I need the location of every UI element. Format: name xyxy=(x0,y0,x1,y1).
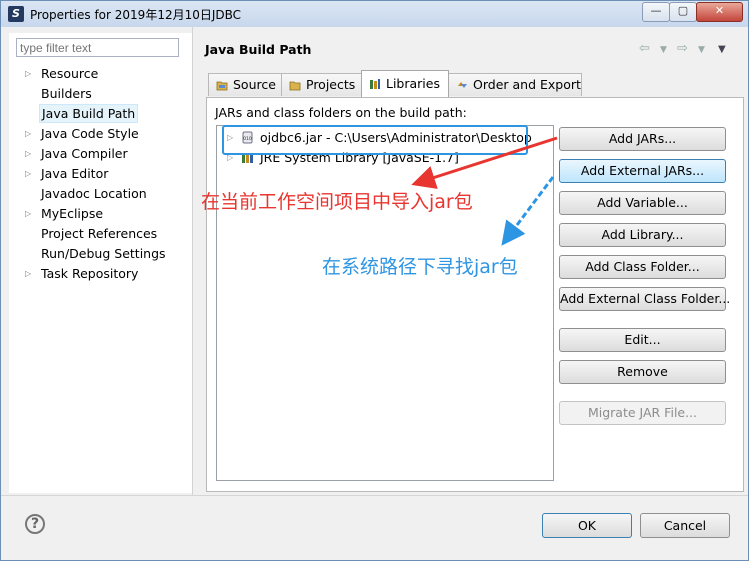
tree-item-label: MyEclipse xyxy=(41,206,104,221)
libraries-icon xyxy=(370,79,380,89)
red-annotation-text: 在当前工作空间项目中导入jar包 xyxy=(201,191,473,213)
projects-icon xyxy=(289,81,301,91)
expand-arrow-icon[interactable]: ▷ xyxy=(25,164,31,183)
view-menu-icon[interactable]: ▼ xyxy=(718,44,726,55)
tab-label: Libraries xyxy=(386,76,440,91)
expand-arrow-icon[interactable]: ▷ xyxy=(25,64,31,83)
tab-libraries[interactable]: Libraries xyxy=(361,70,449,97)
add-library-button[interactable]: Add Library... xyxy=(559,223,726,247)
blue-annotation-text: 在系统路径下寻找jar包 xyxy=(322,256,518,278)
back-menu-chevron-icon[interactable]: ▼ xyxy=(660,45,667,55)
maximize-icon[interactable]: ▢ xyxy=(669,2,697,22)
tab-label: Projects xyxy=(306,77,356,92)
filter-input[interactable] xyxy=(16,38,179,57)
sash-divider[interactable] xyxy=(192,27,193,495)
add-external-class-folder-button[interactable]: Add External Class Folder... xyxy=(559,287,730,311)
edit-button[interactable]: Edit... xyxy=(559,328,726,352)
tab-source[interactable]: Source xyxy=(208,73,282,96)
tree-item-label: Java Editor xyxy=(41,166,109,181)
close-icon[interactable]: ✕ xyxy=(696,2,743,22)
forward-arrow-icon[interactable]: ⇨ xyxy=(677,41,688,56)
tree-item-label: Run/Debug Settings xyxy=(41,246,166,261)
tab-order-and-export[interactable]: Order and Export xyxy=(448,73,582,96)
tab-projects[interactable]: Projects xyxy=(281,73,362,96)
source-folder-icon xyxy=(216,81,228,91)
tab-label: Order and Export xyxy=(473,77,581,92)
remove-button[interactable]: Remove xyxy=(559,360,726,384)
back-arrow-icon[interactable]: ⇦ xyxy=(639,41,650,56)
expand-arrow-icon[interactable]: ▷ xyxy=(25,204,31,223)
highlight-box xyxy=(222,125,528,155)
footer-divider xyxy=(1,495,748,496)
tree-item-label: Task Repository xyxy=(41,266,139,281)
tree-item-label: Javadoc Location xyxy=(41,186,147,201)
add-jars-button[interactable]: Add JARs... xyxy=(559,127,726,151)
add-variable-button[interactable]: Add Variable... xyxy=(559,191,726,215)
expand-arrow-icon[interactable]: ▷ xyxy=(25,124,31,143)
window-title: Properties for 2019年12月10日JDBC xyxy=(30,8,242,22)
tree-item-label: Project References xyxy=(41,226,158,241)
build-path-entries-list[interactable]: ▷ 010 ojdbc6.jar - C:\Users\Administrato… xyxy=(216,125,554,481)
properties-dialog: S Properties for 2019年12月10日JDBC — ▢ ✕ ▷… xyxy=(0,0,749,561)
tree-item-label: Resource xyxy=(41,66,99,81)
tree-item-label: Builders xyxy=(41,86,92,101)
title-bar[interactable]: S Properties for 2019年12月10日JDBC — ▢ ✕ xyxy=(1,1,748,27)
tree-item-label: Java Compiler xyxy=(41,146,128,161)
tree-item-label: Java Build Path xyxy=(39,104,139,123)
app-icon: S xyxy=(8,6,24,22)
help-icon[interactable]: ? xyxy=(25,514,45,534)
cancel-button[interactable]: Cancel xyxy=(640,513,730,538)
property-page-tree: ▷ Resource Builders Java Build Path ▷ Ja… xyxy=(9,33,192,493)
migrate-jar-file-button: Migrate JAR File... xyxy=(559,401,726,425)
build-path-list-label: JARs and class folders on the build path… xyxy=(215,105,467,120)
ok-button[interactable]: OK xyxy=(542,513,632,538)
tree-item-label: Java Code Style xyxy=(41,126,139,141)
forward-menu-chevron-icon[interactable]: ▼ xyxy=(698,45,705,55)
expand-arrow-icon[interactable]: ▷ xyxy=(25,144,31,163)
expand-arrow-icon[interactable]: ▷ xyxy=(25,264,31,283)
add-class-folder-button[interactable]: Add Class Folder... xyxy=(559,255,726,279)
order-export-icon xyxy=(458,82,467,88)
minimize-icon[interactable]: — xyxy=(642,2,670,22)
add-external-jars-button[interactable]: Add External JARs... xyxy=(559,159,726,183)
tab-label: Source xyxy=(233,77,276,92)
page-title: Java Build Path xyxy=(205,42,312,57)
